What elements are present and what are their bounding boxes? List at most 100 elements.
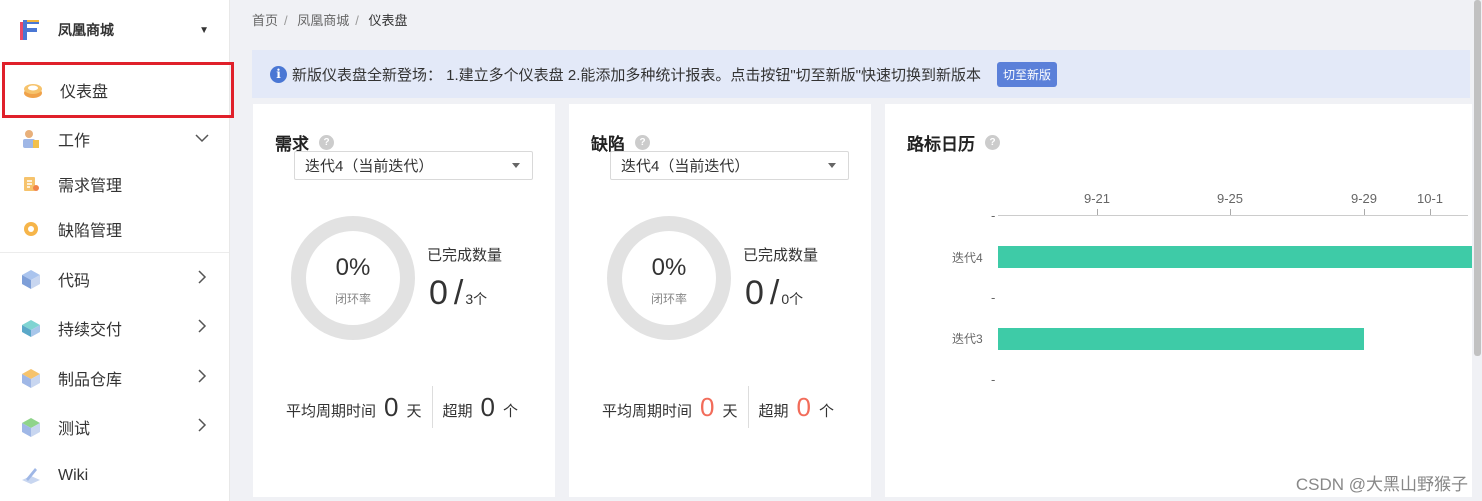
timeline-axis xyxy=(998,215,1468,216)
iteration-select-value: 迭代4（当前迭代） xyxy=(305,158,434,175)
timeline-tick-mark xyxy=(1097,209,1098,215)
sidebar-item-label: 测试 xyxy=(58,421,91,438)
breadcrumb-home[interactable]: 首页 xyxy=(252,13,278,28)
code-icon xyxy=(20,268,42,290)
info-icon: i xyxy=(270,65,287,83)
sidebar-item-artifacts[interactable]: 制品仓库 xyxy=(0,353,229,403)
iteration-select-value: 迭代4（当前迭代） xyxy=(621,158,750,175)
iteration-bar[interactable] xyxy=(998,246,1472,268)
sidebar-item-label: 工作 xyxy=(58,133,91,150)
completed-count-label: 已完成数量 xyxy=(743,247,819,264)
stats-divider xyxy=(747,386,749,428)
timeline-tick: 10-1 xyxy=(1416,191,1444,206)
project-switcher[interactable]: 凤凰商城 ▼ xyxy=(0,0,229,60)
defect-card: 缺陷 ? 迭代4（当前迭代） 0% 闭环率 已完成数量 0 / 0个 平均周期时… xyxy=(569,104,871,497)
completed-count-label: 已完成数量 xyxy=(427,247,503,264)
overdue: 超期 0 个 xyxy=(443,392,519,423)
help-icon[interactable]: ? xyxy=(319,135,334,150)
total-value: 0个 xyxy=(781,291,804,307)
timeline-tick-mark xyxy=(1364,209,1365,215)
dashboard-icon xyxy=(22,79,44,101)
overdue-unit: 个 xyxy=(502,402,518,420)
project-name: 凤凰商城 xyxy=(58,22,114,38)
breadcrumb-project[interactable]: 凤凰商城 xyxy=(297,13,349,28)
overdue-label: 超期 xyxy=(758,402,789,420)
switch-new-version-button[interactable]: 切至新版 xyxy=(997,61,1058,87)
completed-value: 0 xyxy=(429,274,448,312)
project-logo-icon xyxy=(20,20,39,40)
overdue-unit: 个 xyxy=(818,402,834,420)
sidebar-item-wiki[interactable]: Wiki xyxy=(0,451,229,501)
sidebar-item-code[interactable]: 代码 xyxy=(0,254,229,304)
sidebar-item-label: 代码 xyxy=(58,273,91,290)
avg-cycle-unit: 天 xyxy=(406,402,422,420)
sidebar-item-test[interactable]: 测试 xyxy=(0,402,229,452)
work-icon xyxy=(20,128,42,150)
breadcrumb-current: 仪表盘 xyxy=(368,13,408,28)
watermark: CSDN @大黑山野猴子 xyxy=(1295,475,1468,494)
wiki-icon xyxy=(20,465,42,487)
timeline-tick: 9-21 xyxy=(1083,191,1111,206)
overdue: 超期 0 个 xyxy=(759,392,835,423)
sidebar-item-label: 持续交付 xyxy=(58,322,123,339)
notice-text: 新版仪表盘全新登场： 1.建立多个仪表盘 2.能添加多种统计报表。点击按钮"切至… xyxy=(292,66,982,84)
breadcrumb: 首页 / 凤凰商城 / 仪表盘 xyxy=(252,13,408,28)
completed-count: 0 / 3个 xyxy=(429,274,487,313)
total-value: 3个 xyxy=(465,291,488,307)
sidebar-item-label: 需求管理 xyxy=(58,178,123,195)
iteration-select[interactable]: 迭代4（当前迭代） xyxy=(294,151,533,180)
timeline-tick-mark xyxy=(1430,209,1431,215)
sidebar: 凤凰商城 ▼ 仪表盘 工作 需求管理 缺陷管理 代码 持续交付 制品仓库 测试 … xyxy=(0,0,234,501)
caret-down-icon: ▼ xyxy=(199,24,209,36)
completed-value: 0 xyxy=(745,274,764,312)
timeline-tick-mark xyxy=(1230,209,1231,215)
artifact-icon xyxy=(20,367,42,389)
sidebar-item-dashboard[interactable]: 仪表盘 xyxy=(2,62,234,118)
avg-cycle-value: 0 xyxy=(384,391,399,422)
chevron-right-icon xyxy=(189,269,215,289)
card-stats: 平均周期时间 0 天 超期 0 个 xyxy=(253,386,555,428)
roadmap-card: 路标日历 ? - 9-21 9-25 9-29 10-1 迭代4 - 迭代3 - xyxy=(885,104,1472,497)
delivery-icon xyxy=(20,317,42,339)
iteration-row-label: 迭代3 xyxy=(952,332,983,346)
chevron-right-icon xyxy=(189,368,215,388)
chevron-right-icon xyxy=(189,318,215,338)
timeline-tick: 9-25 xyxy=(1216,191,1244,206)
test-icon xyxy=(20,416,42,438)
avg-cycle-time: 平均周期时间 0 天 xyxy=(602,392,738,423)
sidebar-divider xyxy=(0,252,229,253)
sidebar-item-label: 制品仓库 xyxy=(58,372,123,389)
timeline-tick: 9-29 xyxy=(1350,191,1378,206)
sidebar-item-label: 缺陷管理 xyxy=(58,223,123,240)
dropdown-arrow-icon xyxy=(512,163,520,168)
avg-cycle-label: 平均周期时间 xyxy=(602,402,693,420)
closure-rate-label: 闭环率 xyxy=(334,291,371,306)
card-stats: 平均周期时间 0 天 超期 0 个 xyxy=(569,386,871,428)
sidebar-item-defects[interactable]: 缺陷管理 xyxy=(0,204,229,254)
completed-count: 0 / 0个 xyxy=(745,274,803,313)
help-icon[interactable]: ? xyxy=(635,135,650,150)
sidebar-item-requirements[interactable]: 需求管理 xyxy=(0,159,229,209)
bug-icon xyxy=(20,218,42,240)
axis-dash: - xyxy=(991,208,996,223)
dropdown-arrow-icon xyxy=(828,163,836,168)
row-dash: - xyxy=(991,290,996,305)
chevron-down-icon xyxy=(189,130,215,148)
closure-rate-value: 0% xyxy=(335,253,371,281)
iteration-row-label: 迭代4 xyxy=(952,251,983,265)
avg-cycle-label: 平均周期时间 xyxy=(286,402,377,420)
closure-rate-label: 闭环率 xyxy=(650,291,687,306)
stats-divider xyxy=(431,386,433,428)
sidebar-item-work[interactable]: 工作 xyxy=(0,114,229,164)
roadmap-title: 路标日历 xyxy=(907,135,975,154)
closure-rate-donut: 0% 闭环率 xyxy=(607,216,731,340)
iteration-bar[interactable] xyxy=(998,328,1364,350)
completed-slash: / xyxy=(453,274,464,312)
iteration-select[interactable]: 迭代4（当前迭代） xyxy=(610,151,849,180)
chevron-right-icon xyxy=(189,417,215,437)
help-icon[interactable]: ? xyxy=(985,135,1000,150)
overdue-value: 0 xyxy=(480,391,495,422)
page-scrollbar[interactable] xyxy=(1474,0,1481,356)
overdue-label: 超期 xyxy=(442,402,473,420)
sidebar-item-delivery[interactable]: 持续交付 xyxy=(0,303,229,353)
